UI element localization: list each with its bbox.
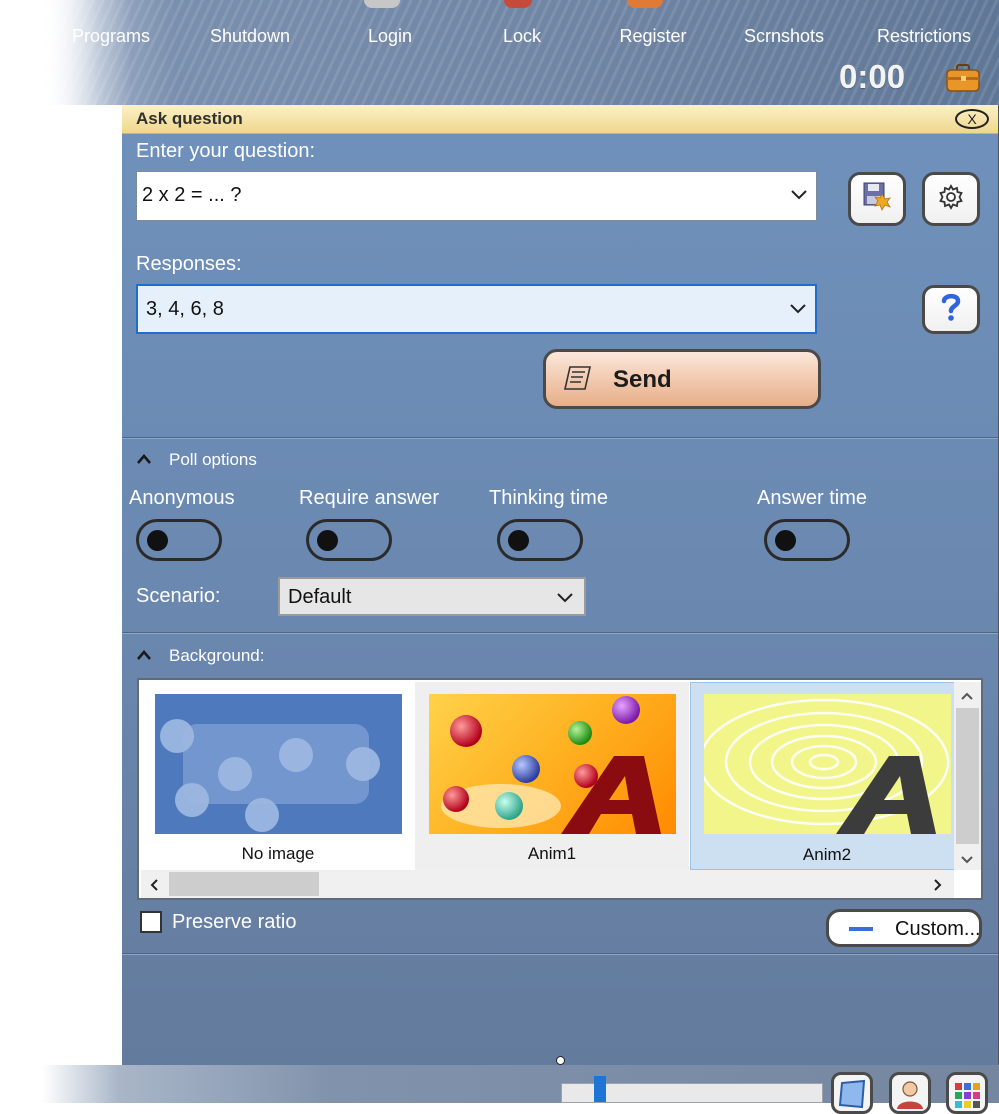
answer-time-label: Answer time xyxy=(757,487,868,509)
status-dot xyxy=(556,1056,565,1065)
background-item-anim2[interactable]: Anim2 xyxy=(690,682,964,870)
save-question-button[interactable] xyxy=(848,172,906,226)
nav-restrictions[interactable]: Restrictions xyxy=(877,26,971,47)
toolbar-icon-remnant xyxy=(364,0,400,8)
background-item-anim1[interactable]: Anim1 xyxy=(415,682,689,870)
briefcase-icon[interactable] xyxy=(946,64,980,97)
section-divider xyxy=(122,632,998,634)
save-settings-icon xyxy=(863,182,891,217)
anim2-thumbnail xyxy=(704,694,951,834)
nav-lock[interactable]: Lock xyxy=(503,26,541,47)
chevron-up-icon[interactable] xyxy=(960,688,974,706)
scrollbar-thumb[interactable] xyxy=(169,872,319,896)
background-label: Background: xyxy=(169,646,265,665)
poll-options-header[interactable]: Poll options xyxy=(136,450,257,470)
scenario-value: Default xyxy=(288,586,352,608)
toggle-knob xyxy=(508,530,529,551)
anonymous-toggle[interactable] xyxy=(136,519,222,561)
window-icon xyxy=(834,1079,870,1111)
toolbar-icon-remnant xyxy=(627,0,663,8)
send-label: Send xyxy=(613,366,672,393)
toolbar-icon-remnant xyxy=(504,0,532,8)
session-timer: 0:00 xyxy=(839,58,906,95)
require-answer-label: Require answer xyxy=(299,487,440,509)
scenario-select[interactable]: Default xyxy=(278,577,586,616)
gallery-horizontal-scrollbar[interactable] xyxy=(141,870,954,898)
panel-title-bar: Ask question X xyxy=(122,105,998,134)
anonymous-label: Anonymous xyxy=(129,487,235,509)
thinking-time-label: Thinking time xyxy=(489,487,608,509)
toolbar-fade xyxy=(42,0,132,105)
user-icon xyxy=(892,1081,928,1111)
send-icon xyxy=(563,364,593,397)
nav-shutdown[interactable]: Shutdown xyxy=(210,26,290,47)
settings-button[interactable] xyxy=(922,172,980,226)
background-caption: Anim1 xyxy=(527,844,577,863)
nav-login[interactable]: Login xyxy=(368,26,412,47)
toggle-knob xyxy=(317,530,338,551)
require-answer-toggle[interactable] xyxy=(306,519,392,561)
scrollbar-thumb[interactable] xyxy=(956,708,979,844)
chevron-up-icon xyxy=(136,450,156,470)
background-caption: Anim2 xyxy=(802,845,852,864)
slider-thumb[interactable] xyxy=(594,1076,606,1102)
gear-icon xyxy=(937,183,965,216)
answer-time-toggle[interactable] xyxy=(764,519,850,561)
nav-screenshots[interactable]: Scrnshots xyxy=(744,26,824,47)
send-button[interactable]: Send xyxy=(543,349,821,409)
help-icon xyxy=(939,292,963,327)
chevron-down-icon[interactable] xyxy=(790,185,808,209)
poll-options-label: Poll options xyxy=(169,450,257,469)
user-button[interactable] xyxy=(889,1072,931,1114)
apps-grid-button[interactable] xyxy=(946,1072,988,1114)
help-button[interactable] xyxy=(922,285,980,334)
chevron-down-icon xyxy=(556,588,574,612)
chevron-right-icon[interactable] xyxy=(933,878,943,897)
ask-question-panel: Ask question X Enter your question: 2 x … xyxy=(122,105,999,1065)
left-blank-area xyxy=(0,105,122,1065)
panel-title: Ask question xyxy=(136,109,243,128)
section-divider xyxy=(122,437,998,439)
toggle-knob xyxy=(147,530,168,551)
scenario-label: Scenario: xyxy=(136,585,221,607)
responses-value: 3, 4, 6, 8 xyxy=(146,298,224,320)
gallery-vertical-scrollbar[interactable] xyxy=(954,682,981,870)
background-item-no-image[interactable]: No image xyxy=(141,682,415,870)
preserve-ratio-label: Preserve ratio xyxy=(172,911,297,933)
grid-icon xyxy=(949,1083,985,1111)
responses-label: Responses: xyxy=(136,253,242,275)
toggle-knob xyxy=(775,530,796,551)
question-value: 2 x 2 = ... ? xyxy=(142,184,242,206)
background-caption: No image xyxy=(241,844,315,863)
nav-register[interactable]: Register xyxy=(619,26,686,47)
minus-icon xyxy=(849,927,873,931)
anim1-thumbnail xyxy=(429,694,676,834)
thinking-time-toggle[interactable] xyxy=(497,519,583,561)
custom-background-button[interactable]: Custom... xyxy=(826,909,982,947)
zoom-slider[interactable] xyxy=(561,1076,823,1103)
no-image-thumbnail xyxy=(155,694,402,834)
question-input[interactable]: 2 x 2 = ... ? xyxy=(136,171,817,221)
preserve-ratio-checkbox[interactable] xyxy=(140,911,162,933)
section-divider xyxy=(122,953,998,955)
nav-programs[interactable]: Programs xyxy=(72,26,150,47)
screen-view-button[interactable] xyxy=(831,1072,873,1114)
close-button[interactable]: X xyxy=(955,109,989,129)
background-header[interactable]: Background: xyxy=(136,646,264,666)
background-gallery: No image Anim1 Anim2 xyxy=(137,678,983,900)
responses-input[interactable]: 3, 4, 6, 8 xyxy=(136,284,817,334)
custom-label: Custom... xyxy=(895,918,981,940)
question-label: Enter your question: xyxy=(136,140,315,162)
chevron-left-icon[interactable] xyxy=(149,878,159,897)
chevron-up-icon xyxy=(136,646,156,666)
chevron-down-icon[interactable] xyxy=(789,299,807,323)
chevron-down-icon[interactable] xyxy=(960,852,974,870)
